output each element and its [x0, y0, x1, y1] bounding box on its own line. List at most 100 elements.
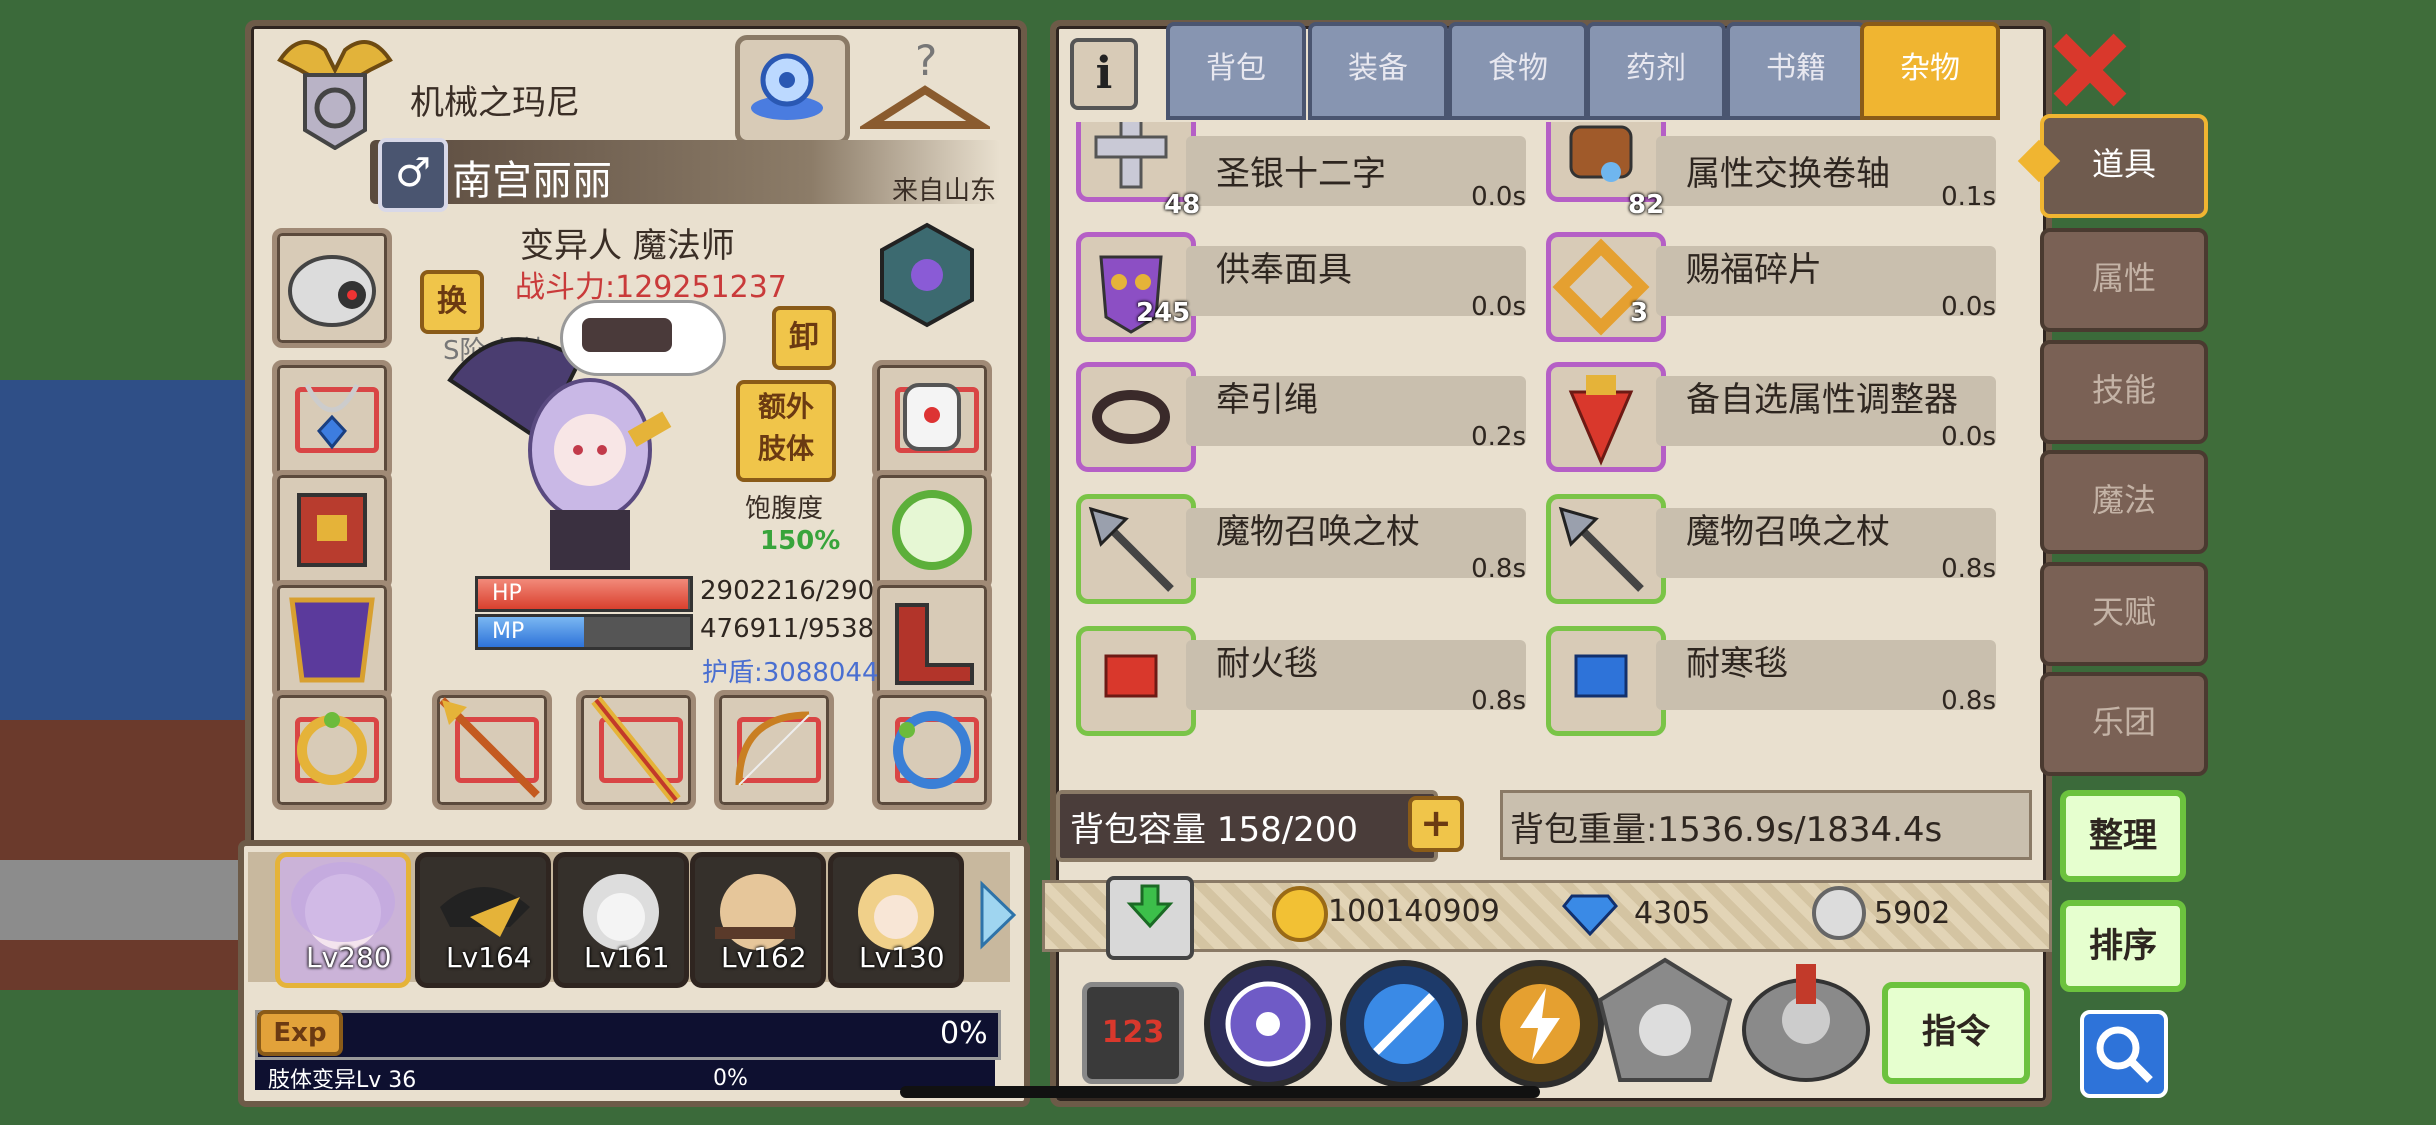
command-button[interactable]: 指令 [1882, 982, 2030, 1084]
equipment-slot-staff[interactable] [576, 690, 696, 810]
list-item[interactable]: 耐火毯 0.8s [1076, 626, 1536, 736]
equipment-slot-backpack[interactable] [272, 470, 392, 590]
monster-summon-staff-icon [1546, 494, 1666, 604]
equipment-slot-bracelet[interactable] [872, 690, 992, 810]
item-count: 245 [1136, 298, 1191, 328]
character-origin: 来自山东 [892, 176, 997, 206]
item-name: 圣银十二字 [1216, 154, 1386, 194]
party-member-5[interactable]: Lv130 [828, 852, 964, 988]
tab-equipment[interactable]: 装备 [1308, 22, 1448, 120]
item-name: 牵引绳 [1216, 380, 1318, 420]
summon-pet-icon[interactable] [1590, 950, 1740, 1090]
svg-text:?: ? [915, 36, 937, 85]
diamond-icon [1562, 886, 1618, 937]
equipment-slot-necklace[interactable] [272, 360, 392, 480]
side-tab-attributes[interactable]: 属性 [2040, 228, 2208, 332]
equipment-slot-gloves[interactable] [872, 360, 992, 480]
side-tab-band[interactable]: 乐团 [2040, 672, 2208, 776]
monster-summon-staff-icon [1076, 494, 1196, 604]
extra-limb-label: 额外肢体 [758, 390, 815, 465]
list-item[interactable]: 耐寒毯 0.8s [1546, 626, 2006, 736]
sort-button[interactable]: 排序 [2060, 900, 2186, 992]
unequip-button[interactable]: 卸 [772, 306, 836, 370]
character-class: 变异人 魔法师 [520, 226, 735, 266]
equipment-slot-ring[interactable] [272, 690, 392, 810]
list-item[interactable]: 圣银十二字 0.0s 48 [1076, 122, 1536, 220]
equipment-slot-boots[interactable] [872, 580, 992, 700]
silver-coin-icon [1812, 886, 1866, 940]
silver-amount: 5902 [1874, 896, 1951, 931]
attribute-adjuster-icon [1546, 362, 1666, 472]
party-member-2[interactable]: Lv164 [415, 852, 551, 988]
search-icon[interactable] [2080, 1010, 2168, 1098]
equipment-slot-mirror[interactable] [872, 470, 992, 590]
item-time: 0.0s [1941, 422, 1996, 452]
home-indicator[interactable] [900, 1086, 1540, 1098]
fire-blanket-icon [1076, 626, 1196, 736]
list-item[interactable]: 魔物召唤之杖 0.8s [1076, 494, 1536, 604]
winged-companion-icon[interactable] [1736, 950, 1876, 1090]
item-time: 0.8s [1941, 554, 1996, 584]
skill-orb-button[interactable] [735, 35, 850, 145]
cold-blanket-icon [1546, 626, 1666, 736]
party-member-level: Lv162 [721, 941, 807, 974]
party-member-4[interactable]: Lv162 [690, 852, 826, 988]
item-time: 0.2s [1471, 422, 1526, 452]
item-time: 0.8s [1471, 686, 1526, 716]
list-item[interactable]: 牵引绳 0.2s [1076, 362, 1536, 472]
list-item[interactable]: 魔物召唤之杖 0.8s [1546, 494, 2006, 604]
equipment-slot-helmet[interactable] [272, 228, 392, 348]
tab-food[interactable]: 食物 [1448, 22, 1588, 120]
tab-backpack[interactable]: 背包 [1166, 22, 1306, 120]
equipment-slot-bow[interactable] [714, 690, 834, 810]
item-count: 48 [1164, 190, 1201, 220]
item-time: 0.0s [1471, 182, 1526, 212]
mutation-label: 肢体变异Lv 36 [268, 1068, 417, 1093]
dock-background [0, 720, 260, 990]
list-item[interactable]: 赐福碎片 0.0s 3 [1546, 232, 2006, 342]
expand-capacity-button[interactable]: + [1408, 796, 1464, 852]
equipment-slot-emblem[interactable] [872, 220, 982, 330]
party-member-level: Lv164 [446, 941, 532, 974]
party-member-3[interactable]: Lv161 [553, 852, 689, 988]
list-item[interactable]: 备自选属性调整器 0.0s [1546, 362, 2006, 472]
party-next-arrow-icon[interactable] [978, 880, 1018, 950]
item-time: 0.8s [1471, 554, 1526, 584]
equipment-slot-armor[interactable] [272, 580, 392, 700]
party-member-level: Lv130 [859, 941, 945, 974]
equipment-slot-spear[interactable] [432, 690, 552, 810]
character-name: 南宫丽丽 [452, 158, 612, 204]
mp-bar: MP [475, 614, 693, 650]
party-member-1[interactable]: Lv280 [275, 852, 411, 988]
extra-limb-button[interactable]: 额外肢体 [736, 380, 836, 482]
item-name: 备自选属性调整器 [1686, 380, 1958, 420]
item-time: 0.0s [1471, 292, 1526, 322]
wardrobe-hanger-icon[interactable]: ? [856, 35, 994, 135]
lightning-skill-button[interactable] [1476, 960, 1604, 1088]
item-name: 属性交换卷轴 [1686, 154, 1890, 194]
close-icon[interactable] [2050, 30, 2130, 110]
tab-potion[interactable]: 药剂 [1586, 22, 1726, 120]
side-tab-skills[interactable]: 技能 [2040, 340, 2208, 444]
list-item[interactable]: 供奉面具 0.0s 245 [1076, 232, 1536, 342]
item-name: 耐寒毯 [1686, 644, 1788, 684]
hp-value: 2902216/290 [700, 576, 875, 606]
order-number-button[interactable]: 123 [1082, 982, 1184, 1084]
side-tab-magic[interactable]: 魔法 [2040, 450, 2208, 554]
item-time: 0.1s [1941, 182, 1996, 212]
side-tab-items[interactable]: 道具 [2040, 114, 2208, 218]
item-name: 魔物召唤之杖 [1216, 512, 1420, 552]
tab-misc[interactable]: 杂物 [1860, 22, 2000, 120]
side-tab-talent[interactable]: 天赋 [2040, 562, 2208, 666]
spear-skill-button[interactable] [1340, 960, 1468, 1088]
organize-button[interactable]: 整理 [2060, 790, 2186, 882]
list-item[interactable]: 属性交换卷轴 0.1s 82 [1546, 122, 2006, 220]
gold-amount: 100140909 [1328, 894, 1500, 929]
weight-text: 背包重量:1536.9s/1834.4s [1510, 810, 1943, 850]
tab-books[interactable]: 书籍 [1726, 22, 1866, 120]
skill-wheel-button[interactable] [1204, 960, 1332, 1088]
exp-bar [255, 1010, 1001, 1060]
info-button[interactable]: i [1070, 38, 1138, 110]
thought-item-icon [582, 318, 672, 352]
deposit-download-icon[interactable] [1106, 876, 1194, 960]
